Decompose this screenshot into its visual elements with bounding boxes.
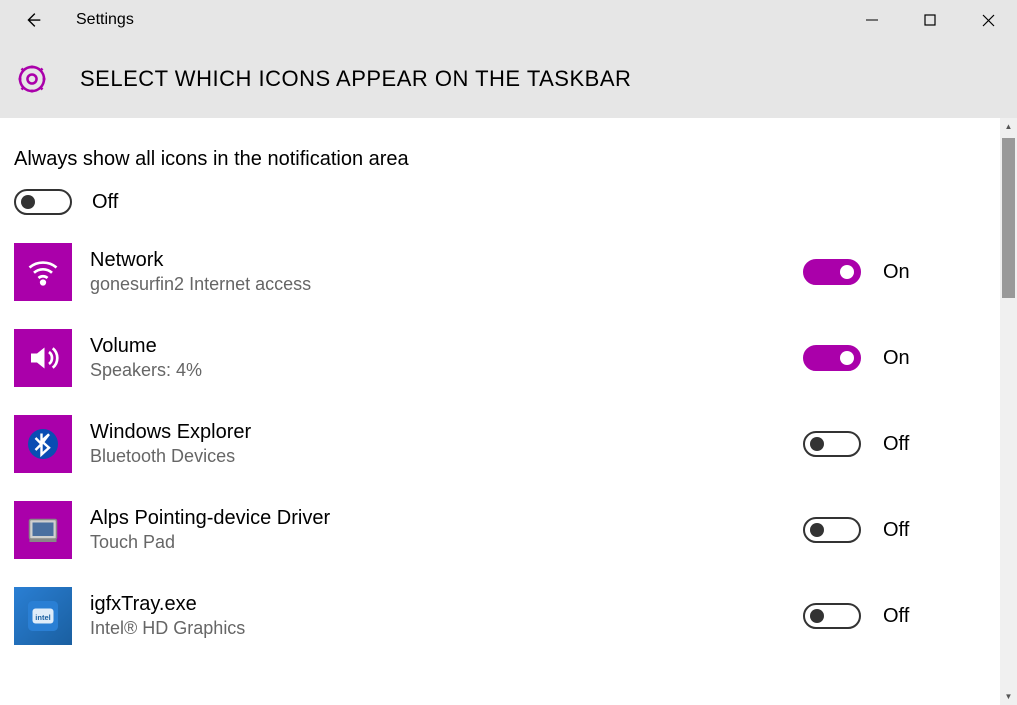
icon-title: igfxTray.exe: [90, 591, 803, 617]
gear-icon: [14, 61, 50, 97]
icon-title: Alps Pointing-device Driver: [90, 505, 803, 531]
icon-row: Networkgonesurfin2 Internet access On: [14, 243, 1003, 301]
row-toggle-wrap: Off: [803, 517, 1003, 543]
scroll-down-arrow[interactable]: ▼: [1000, 688, 1017, 705]
icon-row: Alps Pointing-device DriverTouch Pad Off: [14, 501, 1003, 559]
window-controls: [843, 0, 1017, 40]
master-toggle-label: Always show all icons in the notificatio…: [14, 148, 1003, 171]
icon-texts: VolumeSpeakers: 4%: [90, 333, 803, 382]
icon-row: VolumeSpeakers: 4% On: [14, 329, 1003, 387]
icon-texts: Windows ExplorerBluetooth Devices: [90, 419, 803, 468]
icon-row: intel igfxTray.exeIntel® HD Graphics Off: [14, 587, 1003, 645]
page-title: SELECT WHICH ICONS APPEAR ON THE TASKBAR: [80, 66, 631, 92]
item-toggle[interactable]: [803, 345, 861, 371]
scroll-thumb[interactable]: [1002, 138, 1015, 298]
back-button[interactable]: [18, 5, 48, 35]
svg-text:intel: intel: [35, 613, 50, 622]
icon-row: Windows ExplorerBluetooth Devices Off: [14, 415, 1003, 473]
row-toggle-wrap: On: [803, 259, 1003, 285]
master-toggle-state: Off: [92, 191, 118, 214]
item-toggle-state: On: [883, 347, 910, 370]
icon-subtitle: Touch Pad: [90, 531, 803, 554]
master-toggle-row: Off: [14, 189, 1003, 215]
scroll-up-arrow[interactable]: ▲: [1000, 118, 1017, 135]
titlebar: Settings: [0, 0, 1017, 40]
row-toggle-wrap: Off: [803, 431, 1003, 457]
row-toggle-wrap: On: [803, 345, 1003, 371]
item-toggle[interactable]: [803, 431, 861, 457]
icon-title: Volume: [90, 333, 803, 359]
vertical-scrollbar[interactable]: ▲ ▼: [1000, 118, 1017, 705]
minimize-button[interactable]: [843, 0, 901, 40]
maximize-button[interactable]: [901, 0, 959, 40]
item-toggle[interactable]: [803, 603, 861, 629]
item-toggle-state: On: [883, 261, 910, 284]
item-toggle-state: Off: [883, 519, 909, 542]
bluetooth-icon: [14, 415, 72, 473]
icon-texts: Networkgonesurfin2 Internet access: [90, 247, 803, 296]
icon-title: Network: [90, 247, 803, 273]
icon-subtitle: gonesurfin2 Internet access: [90, 273, 803, 296]
icon-texts: igfxTray.exeIntel® HD Graphics: [90, 591, 803, 640]
item-toggle-state: Off: [883, 605, 909, 628]
row-toggle-wrap: Off: [803, 603, 1003, 629]
intel-icon: intel: [14, 587, 72, 645]
content-area: Always show all icons in the notificatio…: [0, 118, 1017, 705]
close-button[interactable]: [959, 0, 1017, 40]
touchpad-icon: [14, 501, 72, 559]
wifi-icon: [14, 243, 72, 301]
icon-subtitle: Bluetooth Devices: [90, 445, 803, 468]
item-toggle[interactable]: [803, 517, 861, 543]
icon-texts: Alps Pointing-device DriverTouch Pad: [90, 505, 803, 554]
header-bar: SELECT WHICH ICONS APPEAR ON THE TASKBAR: [0, 40, 1017, 118]
item-toggle[interactable]: [803, 259, 861, 285]
icon-subtitle: Intel® HD Graphics: [90, 617, 803, 640]
master-toggle[interactable]: [14, 189, 72, 215]
icon-list: Networkgonesurfin2 Internet accessOnVolu…: [14, 243, 1003, 645]
item-toggle-state: Off: [883, 433, 909, 456]
volume-icon: [14, 329, 72, 387]
icon-subtitle: Speakers: 4%: [90, 359, 803, 382]
window-title: Settings: [76, 11, 134, 29]
icon-title: Windows Explorer: [90, 419, 803, 445]
